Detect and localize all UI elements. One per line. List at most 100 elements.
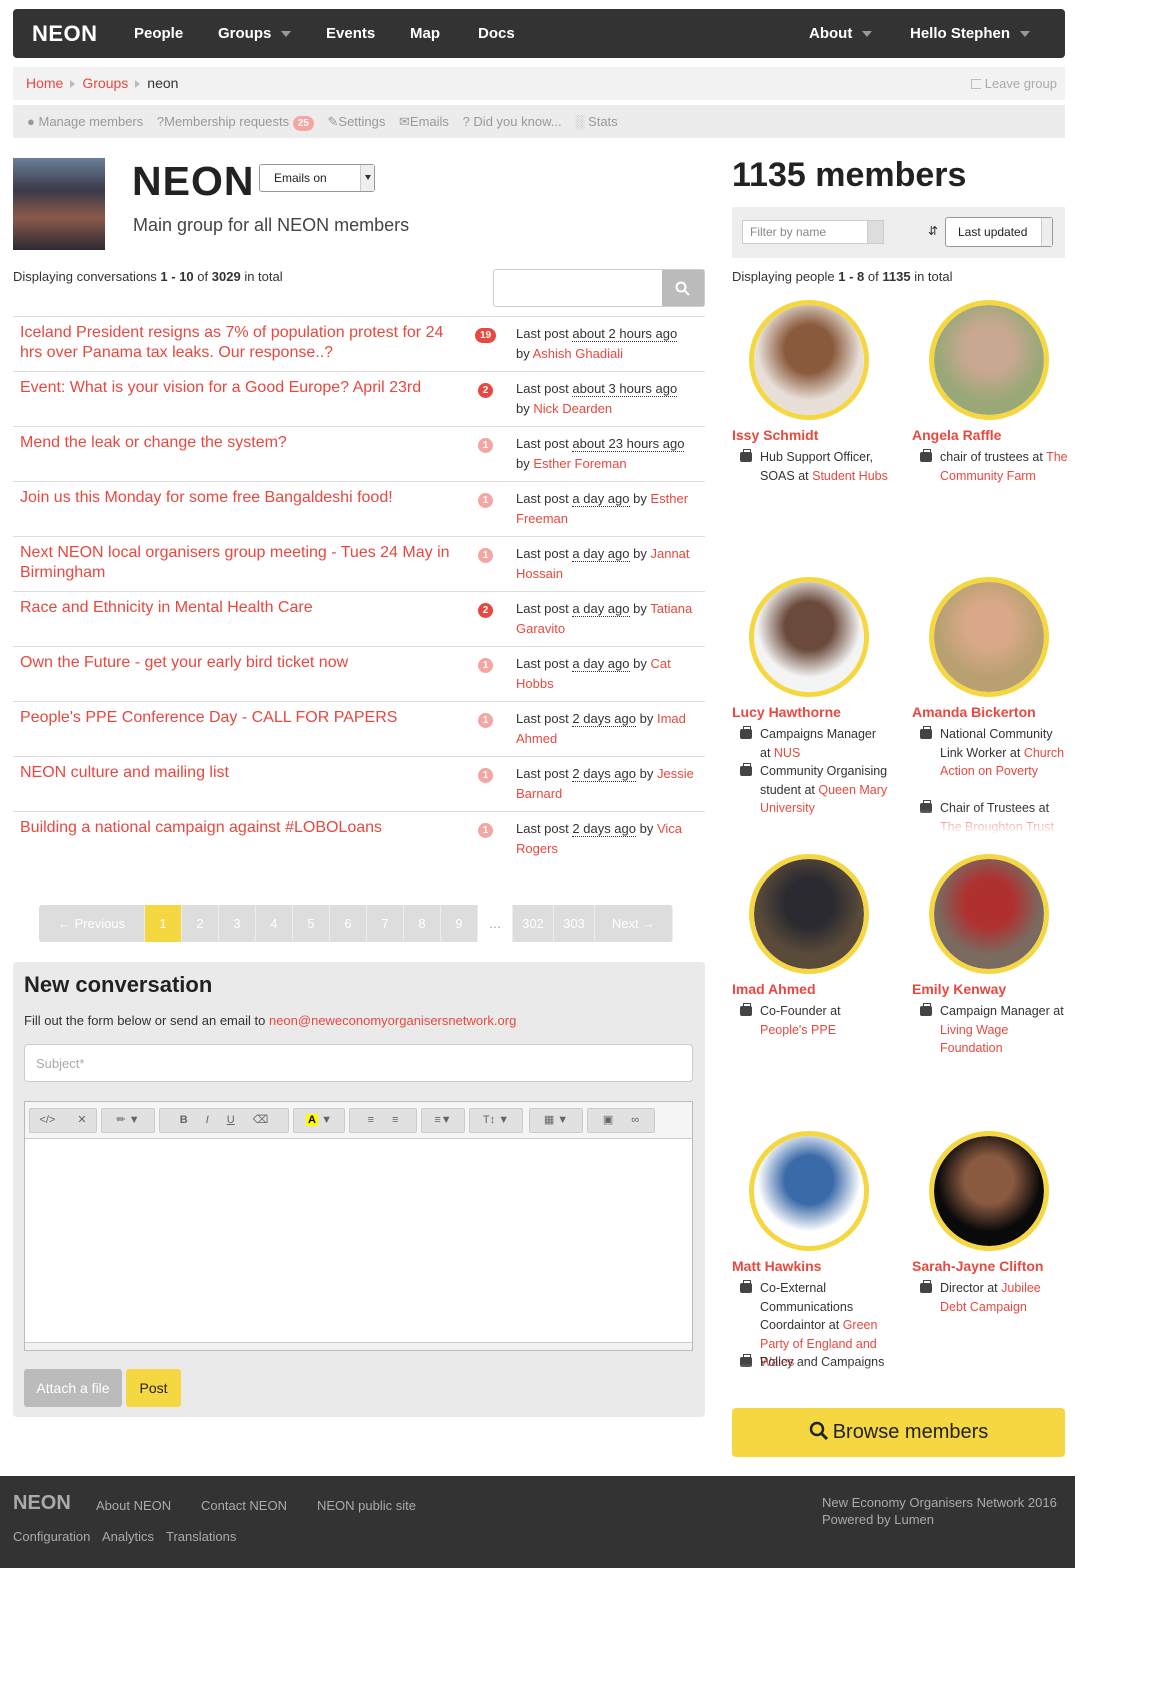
brand-logo[interactable]: NEON [32, 9, 98, 58]
tab-manage-members[interactable]: ● Manage members [27, 114, 143, 129]
group-email-link[interactable]: neon@neweconomyorganisersnetwork.org [269, 1013, 516, 1028]
conversation-title-link[interactable]: Own the Future - get your early bird tic… [20, 653, 460, 673]
conversation-title-link[interactable]: Next NEON local organisers group meeting… [20, 543, 460, 583]
member-name-link[interactable]: Amanda Bickerton [912, 704, 1036, 720]
paragraph-align-button[interactable]: ≡▼ [421, 1108, 465, 1133]
member-name-link[interactable]: Imad Ahmed [732, 981, 816, 997]
nav-people[interactable]: People [134, 9, 183, 58]
conversation-title-link[interactable]: NEON culture and mailing list [20, 763, 460, 783]
pagination-page[interactable]: 1 [145, 905, 182, 942]
footer-public-site-link[interactable]: NEON public site [317, 1498, 416, 1513]
member-name-link[interactable]: Matt Hawkins [732, 1258, 821, 1274]
last-post-author-link[interactable]: Esther Foreman [533, 456, 626, 471]
conversation-title-link[interactable]: Building a national campaign against #LO… [20, 818, 460, 838]
pagination-page[interactable]: 6 [330, 905, 367, 942]
member-name-link[interactable]: Lucy Hawthorne [732, 704, 841, 720]
bold-icon[interactable]: B [180, 1114, 188, 1126]
conversation-title-link[interactable]: Race and Ethnicity in Mental Health Care [20, 598, 460, 618]
emails-select[interactable]: Emails on [259, 164, 375, 192]
tab-did-you-know[interactable]: ? Did you know... [463, 114, 562, 129]
member-organisation-link[interactable]: Student Hubs [812, 469, 888, 483]
conversation-title-link[interactable]: Mend the leak or change the system? [20, 433, 460, 453]
editor-resize-handle[interactable] [25, 1342, 692, 1350]
sort-select[interactable]: Last updated [945, 217, 1053, 247]
pagination-next[interactable]: Next → [595, 905, 673, 942]
footer-translations-link[interactable]: Translations [166, 1529, 236, 1544]
pagination-page[interactable]: 5 [293, 905, 330, 942]
nav-events[interactable]: Events [326, 9, 375, 58]
member-organisation-link[interactable]: People's PPE [760, 1023, 836, 1037]
post-button[interactable]: Post [126, 1369, 181, 1407]
member-organisation-link[interactable]: Living Wage Foundation [940, 1023, 1008, 1056]
pagination-page[interactable]: 3 [219, 905, 256, 942]
pagination-page[interactable]: 2 [182, 905, 219, 942]
unordered-list-icon[interactable]: ≡ [368, 1114, 374, 1126]
avatar[interactable] [929, 854, 1049, 974]
member-name-link[interactable]: Issy Schmidt [732, 427, 818, 443]
subject-input[interactable] [24, 1044, 693, 1082]
nav-map[interactable]: Map [410, 9, 440, 58]
avatar[interactable] [929, 577, 1049, 697]
pagination-page[interactable]: 7 [367, 905, 404, 942]
nav-docs[interactable]: Docs [478, 9, 515, 58]
footer-configuration-link[interactable]: Configuration [13, 1529, 90, 1544]
avatar[interactable] [749, 1131, 869, 1251]
conversation-title-link[interactable]: Join us this Monday for some free Bangal… [20, 488, 460, 508]
people-summary-prefix: Displaying people [732, 269, 835, 284]
pagination-page[interactable]: 8 [404, 905, 441, 942]
underline-icon[interactable]: U [227, 1114, 235, 1126]
last-post-author-link[interactable]: Nick Dearden [533, 401, 612, 416]
tab-emails[interactable]: ✉Emails [399, 114, 449, 129]
breadcrumb-home[interactable]: Home [26, 75, 63, 91]
pagination-page[interactable]: 9 [441, 905, 478, 942]
editor-body[interactable] [25, 1139, 692, 1342]
footer-contact-link[interactable]: Contact NEON [201, 1498, 287, 1513]
pagination-previous[interactable]: ← Previous [39, 905, 145, 942]
last-post-author-link[interactable]: Ashish Ghadiali [533, 346, 623, 361]
link-icon[interactable]: ∞ [631, 1114, 639, 1126]
fullscreen-icon[interactable]: ✕ [77, 1114, 86, 1126]
line-height-button[interactable]: T↕ ▼ [469, 1108, 523, 1133]
tab-settings[interactable]: ✎Settings [328, 114, 386, 129]
browse-members-button[interactable]: Browse members [732, 1408, 1065, 1457]
leave-group-link[interactable]: Leave group [970, 67, 1057, 100]
code-view-icon[interactable]: </> [39, 1114, 55, 1126]
footer-analytics-link[interactable]: Analytics [102, 1529, 154, 1544]
pagination-page[interactable]: 303 [554, 905, 595, 942]
conversation-title-link[interactable]: Iceland President resigns as 7% of popul… [20, 323, 460, 363]
member-role-text-wrap: Campaigns Manager at NUS [760, 725, 888, 762]
avatar[interactable] [929, 300, 1049, 420]
nav-groups[interactable]: Groups [218, 9, 292, 58]
pagination-page[interactable]: 302 [513, 905, 554, 942]
member-organisation-link[interactable]: NUS [774, 746, 800, 760]
nav-about[interactable]: About [809, 9, 873, 58]
conversation-title-link[interactable]: Event: What is your vision for a Good Eu… [20, 378, 460, 398]
by-label: by [516, 346, 530, 361]
image-icon[interactable]: ▣ [603, 1114, 613, 1126]
avatar[interactable] [749, 577, 869, 697]
conversation-title-link[interactable]: People's PPE Conference Day - CALL FOR P… [20, 708, 460, 728]
filter-by-name-input[interactable]: Filter by name [742, 220, 884, 244]
member-name-link[interactable]: Sarah-Jayne Clifton [912, 1258, 1043, 1274]
avatar[interactable] [749, 854, 869, 974]
member-name-link[interactable]: Angela Raffle [912, 427, 1001, 443]
footer-about-link[interactable]: About NEON [96, 1498, 171, 1513]
member-name-link[interactable]: Emily Kenway [912, 981, 1006, 997]
italic-icon[interactable]: I [206, 1114, 209, 1126]
footer-brand[interactable]: NEON [13, 1492, 71, 1515]
avatar[interactable] [929, 1131, 1049, 1251]
style-dropdown-button[interactable]: ✏ ▼ [101, 1108, 155, 1133]
avatar[interactable] [749, 300, 869, 420]
table-button[interactable]: ▦ ▼ [529, 1108, 583, 1133]
highlight-color-button[interactable]: A ▼ [293, 1108, 345, 1133]
conversation-search-input[interactable] [494, 270, 662, 306]
attach-file-button[interactable]: Attach a file [24, 1369, 122, 1407]
nav-user-menu[interactable]: Hello Stephen [910, 9, 1031, 58]
pagination-page[interactable]: 4 [256, 905, 293, 942]
breadcrumb-groups[interactable]: Groups [82, 75, 128, 91]
conversation-search-button[interactable] [662, 270, 704, 306]
ordered-list-icon[interactable]: ≡ [392, 1114, 398, 1126]
tab-stats[interactable]: ░ Stats [575, 114, 617, 129]
eraser-icon[interactable]: ⌫ [253, 1114, 269, 1126]
tab-membership-requests[interactable]: ?Membership requests 25 [157, 114, 314, 131]
